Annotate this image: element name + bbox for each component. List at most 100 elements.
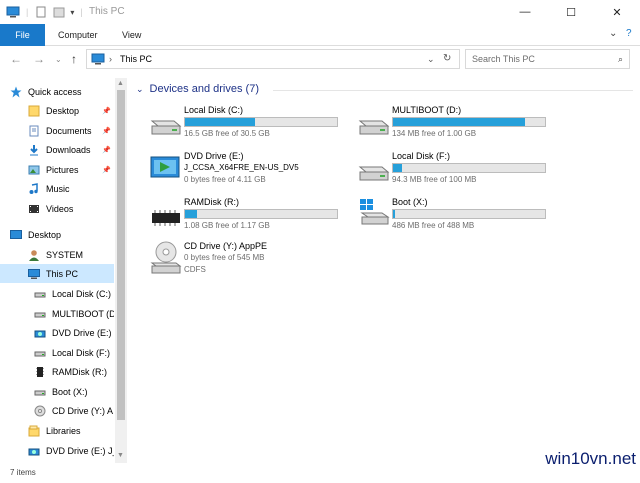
music-icon: [28, 182, 40, 195]
navigation-pane: Quick access Desktop 📌 Documents 📌 Downloads 📌…: [0, 78, 115, 463]
scroll-down-icon[interactable]: ▼: [117, 452, 124, 459]
help-icon[interactable]: ?: [626, 28, 632, 39]
drive-usage-fill: [185, 210, 198, 218]
close-button[interactable]: ✕: [594, 0, 640, 24]
drive-usage-bar: [184, 117, 338, 127]
sidebar-item-label: Boot (X:): [52, 386, 88, 397]
ram-disk-icon: [148, 205, 182, 229]
back-icon[interactable]: ←: [10, 52, 22, 66]
drive-icon: [34, 386, 46, 398]
sidebar-item-label: Desktop: [28, 229, 62, 240]
sidebar-item-label: This PC: [46, 268, 79, 279]
sidebar-item-label: Libraries: [46, 425, 81, 436]
sidebar-item-desktop[interactable]: Desktop: [0, 225, 114, 244]
drive-tile-cd-drive-y-apppe[interactable]: CD Drive (Y:) AppPE 0 bytes free of 545 M…: [132, 241, 332, 281]
sidebar-item-label: RAMDisk (R:): [52, 366, 107, 377]
drive-name: CD Drive (Y:) AppPE: [184, 241, 268, 251]
tab-view[interactable]: View: [122, 24, 141, 46]
address-dropdown-icon[interactable]: ⌄: [427, 54, 435, 65]
sidebar-item-desktop[interactable]: Desktop 📌: [0, 101, 114, 120]
drive-tile-multiboot-d[interactable]: MULTIBOOT (D:) 134 MB free of 1.00 GB: [340, 105, 546, 145]
customize-quick-access-icon[interactable]: ▾: [70, 8, 74, 17]
sidebar-item-libraries[interactable]: Libraries: [0, 421, 114, 440]
sidebar-item-label: CD Drive (Y:) A: [52, 405, 114, 416]
sidebar-item-pictures[interactable]: Pictures 📌: [0, 160, 114, 179]
scroll-up-icon[interactable]: ▲: [117, 80, 124, 87]
pc-window-icon[interactable]: [6, 6, 20, 18]
pin-icon: 📌: [102, 146, 111, 154]
star-icon: [10, 86, 22, 98]
drive-tile-boot-x[interactable]: Boot (X:) 486 MB free of 488 MB: [340, 197, 546, 237]
drive-usage-fill: [393, 164, 403, 172]
sidebar-item-videos[interactable]: Videos: [0, 199, 114, 218]
sidebar-item-label: Documents: [46, 125, 92, 136]
sidebar-item-dvd-drive-e-j[interactable]: DVD Drive (E:) J_: [0, 441, 114, 460]
drive-tile-local-disk-f[interactable]: Local Disk (F:) 94.3 MB free of 100 MB: [340, 151, 546, 191]
hdd-icon: [356, 159, 390, 183]
pc-icon: [28, 268, 40, 280]
drive-tile-ramdisk-r[interactable]: RAMDisk (R:) 1.08 GB free of 1.17 GB: [132, 197, 338, 237]
sidebar-item-boot-x[interactable]: Boot (X:): [0, 382, 114, 401]
sidebar-item-label: Local Disk (F:): [52, 347, 111, 358]
sidebar-item-downloads[interactable]: Downloads 📌: [0, 140, 114, 159]
search-input[interactable]: Search This PC ⌕: [465, 49, 630, 69]
minimize-button[interactable]: —: [502, 0, 548, 24]
breadcrumb-separator-icon: ›: [109, 54, 112, 64]
cd-icon: [34, 405, 46, 417]
address-bar[interactable]: › This PC ⌄ ↻: [86, 49, 460, 69]
sidebar-item-system[interactable]: SYSTEM: [0, 245, 114, 264]
drive-free-space: 16.5 GB free of 30.5 GB: [184, 129, 270, 138]
folder-icon: [28, 105, 40, 117]
sidebar-item-music[interactable]: Music: [0, 179, 114, 198]
pin-icon: 📌: [102, 127, 111, 135]
desktop-icon: [10, 229, 22, 241]
forward-icon[interactable]: →: [33, 52, 45, 66]
properties-icon[interactable]: [34, 6, 48, 18]
sidebar-item-documents[interactable]: Documents 📌: [0, 121, 114, 140]
sidebar-item-label: Downloads: [46, 144, 91, 155]
content-area: ⌄ Devices and drives (7) Local Disk (C:)…: [128, 78, 640, 463]
sidebar-item-label: SYSTEM: [46, 249, 84, 260]
pin-icon: 📌: [102, 166, 111, 174]
sidebar-item-ramdisk-r[interactable]: RAMDisk (R:): [0, 362, 114, 381]
maximize-button[interactable]: ☐: [548, 0, 594, 24]
dvd-icon: [28, 445, 40, 457]
sidebar-item-this-pc[interactable]: This PC: [0, 264, 114, 283]
sidebar-item-cd-drive-y-a[interactable]: CD Drive (Y:) A: [0, 401, 114, 420]
sidebar-item-label: DVD Drive (E:) J_: [52, 327, 114, 338]
new-folder-icon[interactable]: [52, 6, 66, 18]
sidebar-item-local-disk-c[interactable]: Local Disk (C:): [0, 284, 114, 303]
ribbon: File Computer View ⌄ ?: [0, 24, 640, 46]
drive-detail-line: CDFS: [184, 265, 206, 274]
nav-scrollbar[interactable]: ▲ ▼: [115, 78, 127, 463]
videos-icon: [28, 203, 40, 215]
drive-icon: [34, 308, 46, 320]
drive-name: Boot (X:): [392, 197, 428, 207]
sidebar-item-multiboot-d[interactable]: MULTIBOOT (D:): [0, 304, 114, 323]
this-pc-icon: [91, 53, 105, 65]
drive-tile-local-disk-c[interactable]: Local Disk (C:) 16.5 GB free of 30.5 GB: [132, 105, 338, 145]
sidebar-item-local-disk-f[interactable]: Local Disk (F:): [0, 343, 114, 362]
scroll-thumb[interactable]: [117, 90, 125, 420]
breadcrumb-this-pc[interactable]: This PC: [120, 54, 152, 64]
refresh-icon[interactable]: ↻: [443, 53, 451, 64]
sidebar-item-dvd-drive-e-j[interactable]: DVD Drive (E:) J_: [0, 323, 114, 342]
sidebar-item-label: Local Disk (C:): [52, 288, 112, 299]
recent-locations-icon[interactable]: ⌄: [55, 55, 62, 64]
chevron-down-icon[interactable]: ⌄: [136, 84, 144, 95]
sidebar-item-quick-access[interactable]: Quick access: [0, 82, 114, 101]
drive-tile-dvd-drive-e[interactable]: DVD Drive (E:) J_CCSA_X64FRE_EN-US_DV5 0 b…: [132, 151, 332, 191]
group-header[interactable]: ⌄ Devices and drives (7): [136, 83, 259, 95]
search-icon[interactable]: ⌕: [618, 54, 623, 65]
ram-icon: [34, 366, 46, 378]
drive-usage-bar: [392, 117, 546, 127]
tab-file[interactable]: File: [0, 24, 45, 46]
tab-computer[interactable]: Computer: [58, 24, 98, 46]
pictures-icon: [28, 164, 40, 176]
drive-free-space: 94.3 MB free of 100 MB: [392, 175, 477, 184]
window-title: This PC: [89, 6, 125, 17]
expand-ribbon-icon[interactable]: ⌄: [609, 28, 617, 39]
hdd-icon: [148, 113, 182, 137]
up-icon[interactable]: ↑: [71, 52, 77, 66]
group-title: Devices and drives (7): [149, 83, 259, 95]
